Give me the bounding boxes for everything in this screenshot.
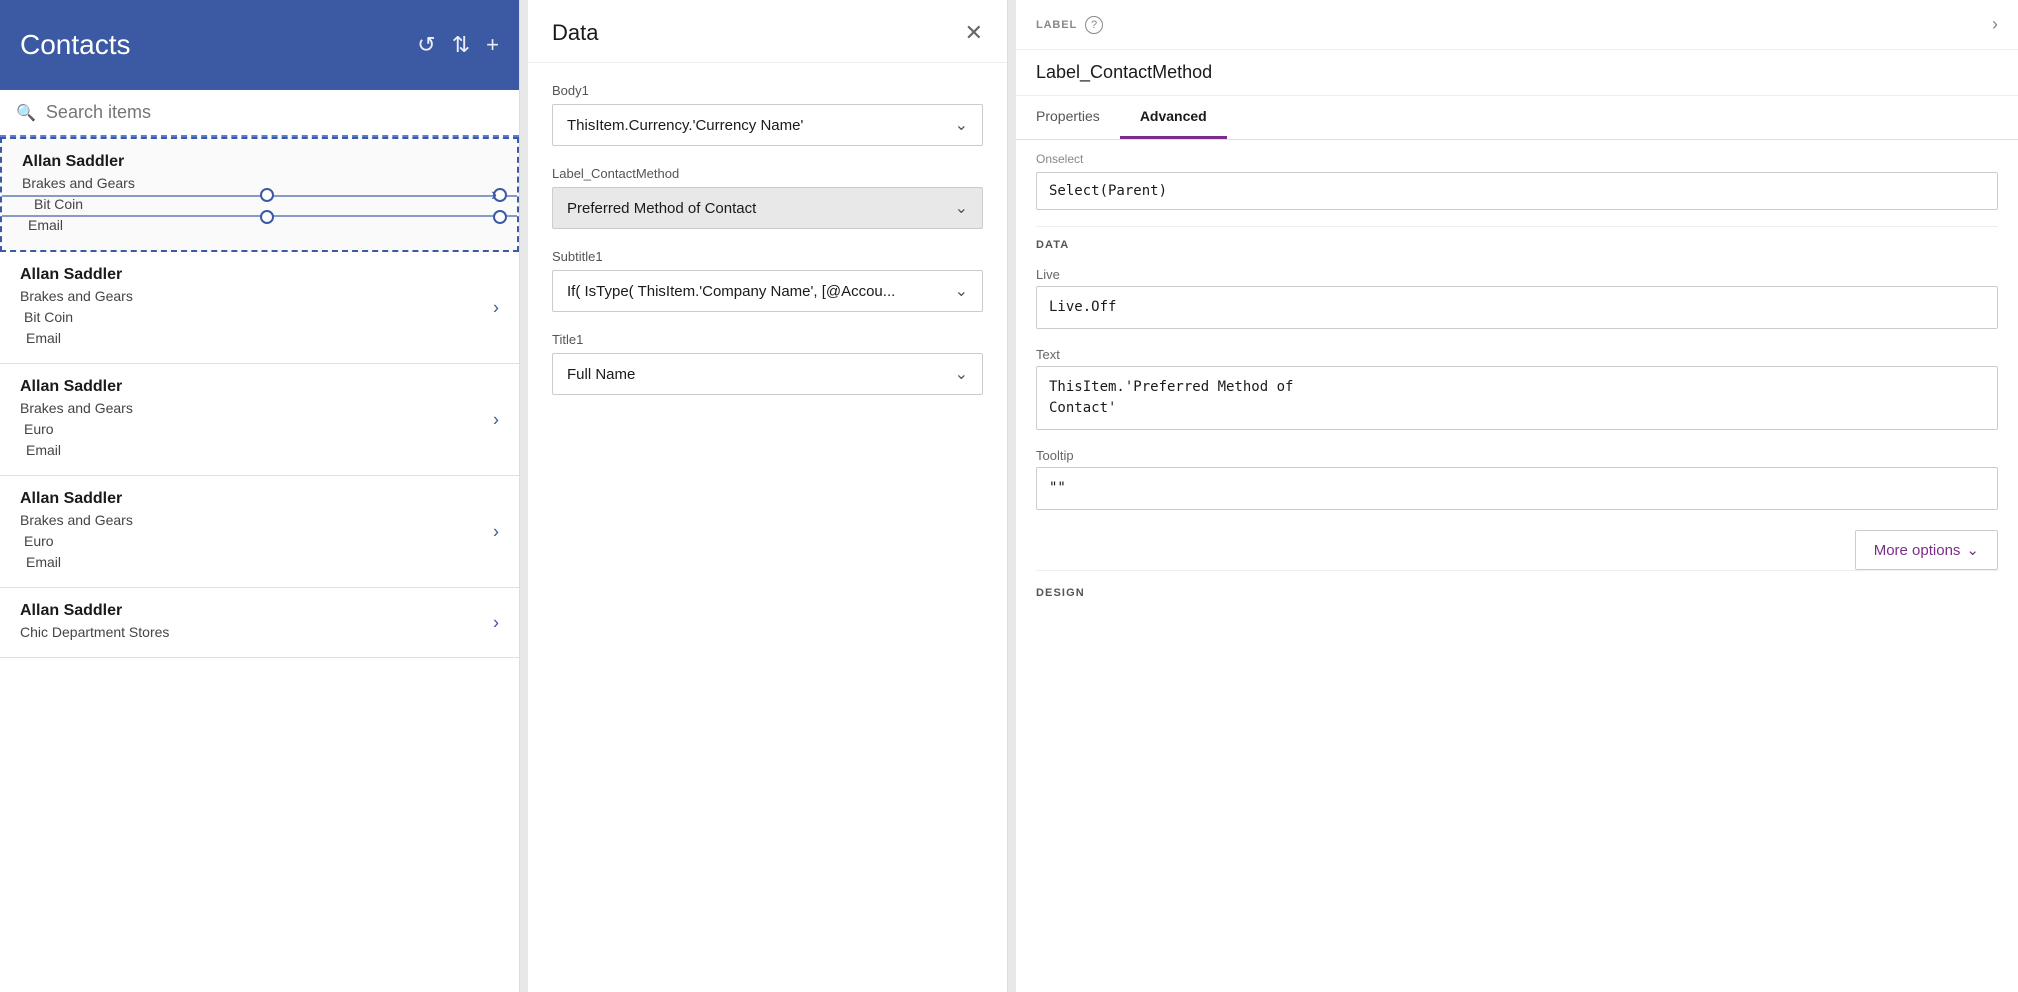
props-content: Onselect Select(Parent) DATA Live Live.O…	[1016, 140, 2018, 992]
search-icon: 🔍	[16, 103, 36, 123]
contact-email: Email	[20, 328, 499, 349]
refresh-icon[interactable]: ↺	[417, 32, 435, 58]
field-select-title1[interactable]: Full Name ⌄	[552, 353, 983, 395]
contacts-list: Allan Saddler Brakes and Gears Bit Coin …	[0, 137, 519, 992]
field-select-body1[interactable]: ThisItem.Currency.'Currency Name' ⌄	[552, 104, 983, 146]
field-group-body1: Body1 ThisItem.Currency.'Currency Name' …	[552, 83, 983, 146]
properties-panel: LABEL ? › Label_ContactMethod Properties…	[1016, 0, 2018, 992]
field-group-contactmethod: Label_ContactMethod Preferred Method of …	[552, 166, 983, 229]
contact-arrow-icon[interactable]: ›	[491, 184, 497, 205]
panel-divider-right	[1008, 0, 1016, 992]
contact-arrow-icon[interactable]: ›	[493, 612, 499, 633]
more-options-button[interactable]: More options ⌄	[1855, 530, 1998, 570]
panel-divider-left	[520, 0, 528, 992]
help-icon[interactable]: ?	[1085, 16, 1103, 34]
contacts-panel: Contacts ↺ ⇅ + 🔍 Allan Saddler Brakes an…	[0, 0, 520, 992]
contact-company: Brakes and Gears	[20, 510, 499, 531]
search-input[interactable]	[46, 102, 503, 123]
contact-currency: Euro	[20, 419, 499, 440]
contact-arrow-icon[interactable]: ›	[493, 297, 499, 318]
field-value-subtitle1: If( IsType( ThisItem.'Company Name', [@A…	[567, 283, 895, 300]
dropdown-arrow-icon: ⌄	[955, 198, 968, 218]
props-top-bar: LABEL ? ›	[1016, 0, 2018, 50]
contact-detail: Brakes and Gears	[22, 173, 497, 194]
data-panel-title: Data	[552, 20, 598, 46]
contact-contact: Email	[22, 215, 497, 236]
add-icon[interactable]: +	[486, 32, 499, 58]
data-header: Data ✕	[528, 0, 1007, 63]
contact-item-selected[interactable]: Allan Saddler Brakes and Gears Bit Coin …	[0, 137, 519, 252]
contact-name: Allan Saddler	[20, 378, 499, 396]
more-options-arrow-icon: ⌄	[1966, 541, 1979, 559]
field-select-subtitle1[interactable]: If( IsType( ThisItem.'Company Name', [@A…	[552, 270, 983, 312]
list-item[interactable]: Allan Saddler Brakes and Gears Euro Emai…	[0, 364, 519, 476]
props-tabs: Properties Advanced	[1016, 96, 2018, 140]
contact-company: Chic Department Stores	[20, 622, 499, 643]
text-value[interactable]: ThisItem.'Preferred Method of Contact'	[1036, 366, 1998, 430]
contact-name: Allan Saddler	[20, 602, 499, 620]
props-top-label: LABEL	[1036, 19, 1077, 31]
contact-arrow-icon[interactable]: ›	[493, 409, 499, 430]
contact-company: Brakes and Gears	[20, 286, 499, 307]
contacts-header: Contacts ↺ ⇅ +	[0, 0, 519, 90]
field-label-subtitle1: Subtitle1	[552, 249, 983, 264]
field-label-title1: Title1	[552, 332, 983, 347]
contact-name: Allan Saddler	[22, 153, 497, 171]
more-options-label: More options	[1874, 542, 1961, 559]
contact-currency: Euro	[20, 531, 499, 552]
expand-panel-icon[interactable]: ›	[1992, 14, 1998, 35]
field-value-body1: ThisItem.Currency.'Currency Name'	[567, 117, 803, 134]
contact-currency: Bit Coin	[20, 307, 499, 328]
contact-company: Brakes and Gears	[20, 398, 499, 419]
list-item[interactable]: Allan Saddler Chic Department Stores ›	[0, 588, 519, 658]
field-select-contactmethod[interactable]: Preferred Method of Contact ⌄	[552, 187, 983, 229]
tab-advanced[interactable]: Advanced	[1120, 96, 1227, 139]
field-label-body1: Body1	[552, 83, 983, 98]
onselect-value[interactable]: Select(Parent)	[1036, 172, 1998, 210]
dropdown-arrow-icon: ⌄	[955, 115, 968, 135]
dropdown-arrow-icon: ⌄	[955, 364, 968, 384]
contact-email: Email	[20, 552, 499, 573]
close-button[interactable]: ✕	[965, 20, 983, 46]
tooltip-label: Tooltip	[1036, 442, 1998, 467]
live-label: Live	[1036, 261, 1998, 286]
contact-name: Allan Saddler	[20, 266, 499, 284]
component-name: Label_ContactMethod	[1016, 50, 2018, 96]
contacts-title: Contacts	[20, 29, 401, 61]
contact-name: Allan Saddler	[20, 490, 499, 508]
field-value-title1: Full Name	[567, 366, 635, 383]
data-section-header: DATA	[1036, 226, 1998, 261]
text-label: Text	[1036, 341, 1998, 366]
contact-arrow-icon[interactable]: ›	[493, 521, 499, 542]
onselect-label: Onselect	[1036, 140, 1998, 172]
list-item[interactable]: Allan Saddler Brakes and Gears Euro Emai…	[0, 476, 519, 588]
design-section-header: DESIGN	[1036, 570, 1998, 607]
field-value-contactmethod: Preferred Method of Contact	[567, 200, 756, 217]
contact-currency: Bit Coin	[22, 194, 497, 215]
tooltip-value[interactable]: ""	[1036, 467, 1998, 510]
dropdown-arrow-icon: ⌄	[955, 281, 968, 301]
field-label-contactmethod: Label_ContactMethod	[552, 166, 983, 181]
sort-icon[interactable]: ⇅	[452, 32, 470, 58]
live-value[interactable]: Live.Off	[1036, 286, 1998, 329]
search-bar: 🔍	[0, 90, 519, 137]
data-content: Body1 ThisItem.Currency.'Currency Name' …	[528, 63, 1007, 992]
contact-email: Email	[20, 440, 499, 461]
field-group-subtitle1: Subtitle1 If( IsType( ThisItem.'Company …	[552, 249, 983, 312]
data-panel: Data ✕ Body1 ThisItem.Currency.'Currency…	[528, 0, 1008, 992]
tab-properties[interactable]: Properties	[1016, 96, 1120, 139]
field-group-title1: Title1 Full Name ⌄	[552, 332, 983, 395]
list-item[interactable]: Allan Saddler Brakes and Gears Bit Coin …	[0, 252, 519, 364]
